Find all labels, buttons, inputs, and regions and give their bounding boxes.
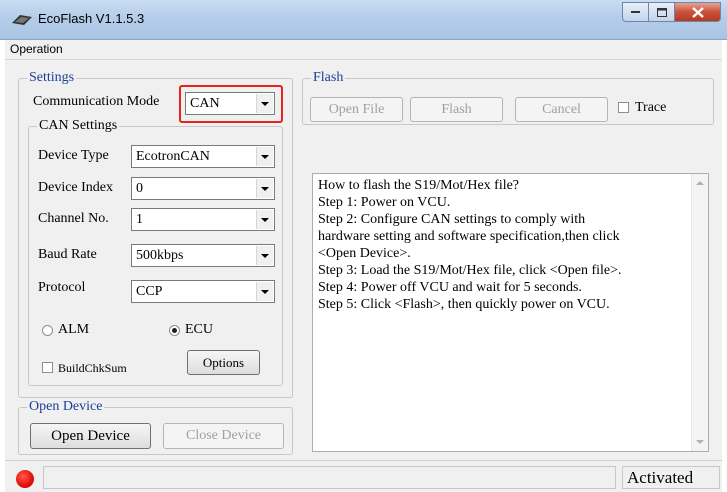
scroll-down-icon[interactable] bbox=[696, 440, 704, 444]
baud-rate-select[interactable]: 500kbps bbox=[131, 244, 275, 267]
device-index-label: Device Index bbox=[38, 180, 114, 195]
highlight-box bbox=[179, 85, 283, 123]
communication-mode-label: Communication Mode bbox=[33, 94, 160, 109]
minimize-button[interactable] bbox=[622, 2, 649, 22]
channel-select[interactable]: 1 bbox=[131, 208, 275, 231]
instruction-line: Step 4: Power off VCU and wait for 5 sec… bbox=[318, 280, 582, 295]
channel-label: Channel No. bbox=[38, 211, 109, 226]
status-pane bbox=[43, 466, 616, 489]
main-panel: Settings Communication Mode CAN CAN Sett… bbox=[5, 60, 722, 460]
activation-pane: Activated bbox=[622, 466, 720, 489]
chevron-down-icon bbox=[256, 147, 273, 166]
device-index-select[interactable]: 0 bbox=[131, 177, 275, 200]
chevron-down-icon bbox=[256, 246, 273, 265]
maximize-button[interactable] bbox=[649, 2, 675, 22]
window-title: EcoFlash V1.1.5.3 bbox=[38, 11, 145, 26]
instruction-line: Step 5: Click <Flash>, then quickly powe… bbox=[318, 297, 610, 312]
protocol-label: Protocol bbox=[38, 280, 86, 295]
eco-flash-icon bbox=[12, 15, 32, 25]
minimize-icon bbox=[630, 11, 640, 13]
ecu-label: ECU bbox=[185, 322, 213, 337]
device-index-value: 0 bbox=[136, 181, 143, 196]
instruction-line: Step 2: Configure CAN settings to comply… bbox=[318, 212, 586, 227]
baud-rate-value: 500kbps bbox=[136, 248, 184, 263]
status-bar: Activated bbox=[5, 460, 722, 492]
device-type-label: Device Type bbox=[38, 148, 109, 163]
menu-bar: Operation bbox=[5, 40, 722, 60]
can-settings-legend: CAN Settings bbox=[37, 118, 120, 134]
trace-label: Trace bbox=[635, 100, 667, 115]
alm-radio[interactable] bbox=[42, 325, 53, 336]
connection-led-icon bbox=[16, 470, 34, 488]
ecu-radio[interactable] bbox=[169, 325, 180, 336]
title-bar[interactable]: EcoFlash V1.1.5.3 bbox=[0, 0, 727, 40]
flash-legend: Flash bbox=[311, 70, 346, 86]
buildchksum-checkbox[interactable] bbox=[42, 362, 53, 373]
instruction-line: Step 1: Power on VCU. bbox=[318, 195, 451, 210]
protocol-value: CCP bbox=[136, 284, 163, 299]
open-device-legend: Open Device bbox=[27, 399, 105, 415]
chevron-down-icon bbox=[256, 210, 273, 229]
vertical-scrollbar[interactable] bbox=[691, 174, 708, 451]
open-file-button[interactable]: Open File bbox=[310, 97, 403, 122]
chevron-down-icon bbox=[256, 179, 273, 198]
settings-legend: Settings bbox=[27, 70, 77, 86]
close-device-button[interactable]: Close Device bbox=[163, 423, 284, 449]
instructions-textarea[interactable]: How to flash the S19/Mot/Hex file? Step … bbox=[312, 173, 709, 452]
trace-checkbox[interactable] bbox=[618, 102, 629, 113]
device-type-value: EcotronCAN bbox=[136, 149, 210, 164]
close-icon bbox=[691, 6, 704, 18]
instruction-line: Step 3: Load the S19/Mot/Hex file, click… bbox=[318, 263, 622, 278]
baud-rate-label: Baud Rate bbox=[38, 247, 97, 262]
cancel-button[interactable]: Cancel bbox=[515, 97, 608, 122]
instruction-line: <Open Device>. bbox=[318, 246, 411, 261]
close-button[interactable] bbox=[675, 2, 721, 22]
instruction-line: How to flash the S19/Mot/Hex file? bbox=[318, 178, 520, 193]
activation-status: Activated bbox=[627, 468, 694, 487]
protocol-select[interactable]: CCP bbox=[131, 280, 275, 303]
maximize-icon bbox=[656, 7, 667, 17]
device-type-select[interactable]: EcotronCAN bbox=[131, 145, 275, 168]
alm-label: ALM bbox=[58, 322, 90, 337]
chevron-down-icon bbox=[256, 282, 273, 301]
window-controls bbox=[622, 2, 721, 22]
instructions-text: How to flash the S19/Mot/Hex file? Step … bbox=[318, 177, 690, 313]
buildchksum-label: BuildChkSum bbox=[58, 361, 127, 375]
channel-value: 1 bbox=[136, 212, 143, 227]
instruction-line: hardware setting and software specificat… bbox=[318, 229, 620, 244]
menu-operation[interactable]: Operation bbox=[10, 42, 63, 56]
flash-button[interactable]: Flash bbox=[410, 97, 503, 122]
open-device-button[interactable]: Open Device bbox=[30, 423, 151, 449]
scroll-up-icon[interactable] bbox=[696, 181, 704, 185]
options-button[interactable]: Options bbox=[187, 350, 260, 375]
